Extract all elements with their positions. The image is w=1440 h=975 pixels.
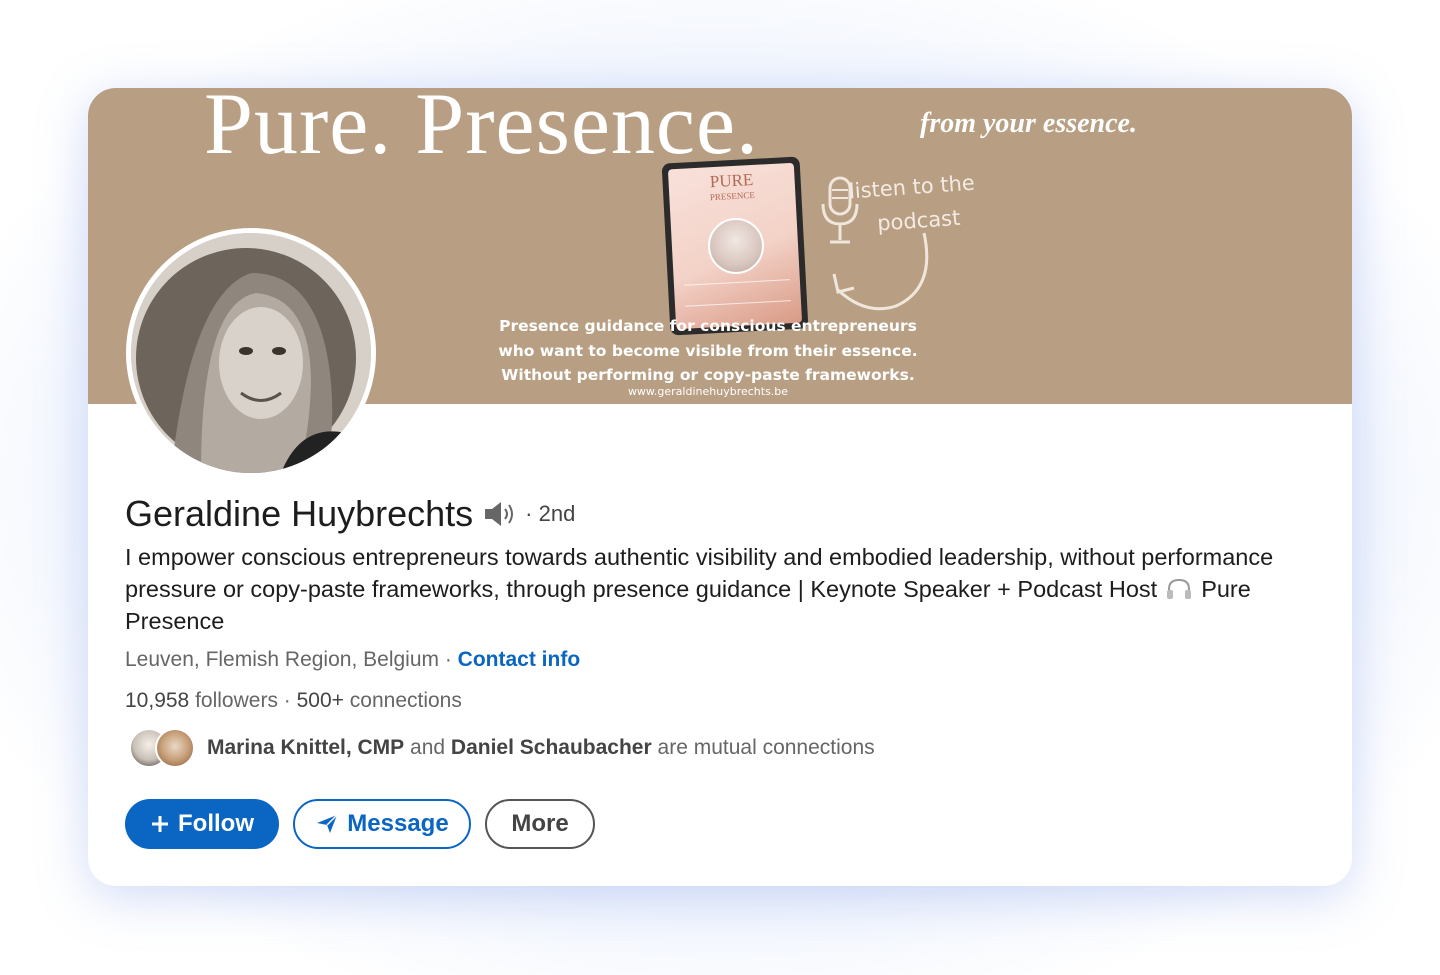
tablet-screen: PURE PRESENCE <box>667 162 803 330</box>
banner-description-line: who want to become visible from their es… <box>498 341 918 360</box>
profile-card: Pure. Presence. from your essence. PURE … <box>88 88 1352 886</box>
profile-actions: Follow Message More <box>125 799 595 849</box>
profile-location: Leuven, Flemish Region, Belgium <box>125 648 439 671</box>
profile-name-row: Geraldine Huybrechts · 2nd <box>125 493 575 535</box>
separator: · <box>439 648 458 671</box>
follow-button[interactable]: Follow <box>125 799 279 849</box>
connections-count[interactable]: 500+ <box>297 689 344 712</box>
connection-degree: · 2nd <box>525 501 576 526</box>
separator: · <box>283 689 297 712</box>
more-button[interactable]: More <box>485 799 595 849</box>
banner-description-line: Without performing or copy-paste framewo… <box>501 366 915 384</box>
mutual-avatars <box>125 726 201 770</box>
mutual-connection-name[interactable]: Marina Knittel, CMP <box>207 736 404 759</box>
curved-arrow-icon <box>832 232 929 311</box>
profile-headline: I empower conscious entrepreneurs toward… <box>125 541 1325 637</box>
message-button[interactable]: Message <box>293 799 471 849</box>
message-label: Message <box>347 810 449 837</box>
contact-info-link[interactable]: Contact info <box>458 648 580 671</box>
more-label: More <box>511 810 569 837</box>
mutual-connection-name[interactable]: Daniel Schaubacher <box>451 736 652 759</box>
send-icon <box>317 814 338 833</box>
mutual-and: and <box>410 736 446 759</box>
location-row: Leuven, Flemish Region, Belgium · Contac… <box>125 648 580 672</box>
headphones-icon <box>1167 578 1192 599</box>
plus-icon <box>152 816 168 832</box>
followers-label[interactable]: followers <box>195 689 278 712</box>
profile-avatar[interactable] <box>126 228 376 478</box>
headline-text: I empower conscious entrepreneurs toward… <box>125 544 1274 602</box>
banner-url: www.geraldinehuybrechts.be <box>627 385 789 398</box>
banner-tagline: from your essence. <box>920 108 1137 139</box>
followers-count[interactable]: 10,958 <box>125 689 189 712</box>
follow-label: Follow <box>178 810 254 837</box>
connections-label[interactable]: connections <box>350 689 462 712</box>
mutual-avatar <box>155 728 195 768</box>
tablet-lines <box>683 279 791 307</box>
mutual-connections-row[interactable]: Marina Knittel, CMP and Daniel Schaubach… <box>125 726 875 770</box>
banner-description: Presence guidance for conscious entrepre… <box>488 314 928 388</box>
tablet-photo <box>706 216 766 276</box>
profile-name: Geraldine Huybrechts <box>125 493 474 534</box>
portrait-illustration <box>131 233 371 473</box>
profile-photo <box>131 233 371 473</box>
tablet-graphic: PURE PRESENCE <box>661 156 809 336</box>
speaker-icon[interactable] <box>483 499 517 529</box>
banner-description-line: Presence guidance for conscious entrepre… <box>499 317 917 335</box>
podcast-line-1: listen to the <box>848 170 976 204</box>
mutual-suffix: are mutual connections <box>657 736 875 759</box>
page-background: Pure. Presence. from your essence. PURE … <box>0 0 1440 975</box>
stats-row: 10,958 followers · 500+ connections <box>125 689 462 713</box>
